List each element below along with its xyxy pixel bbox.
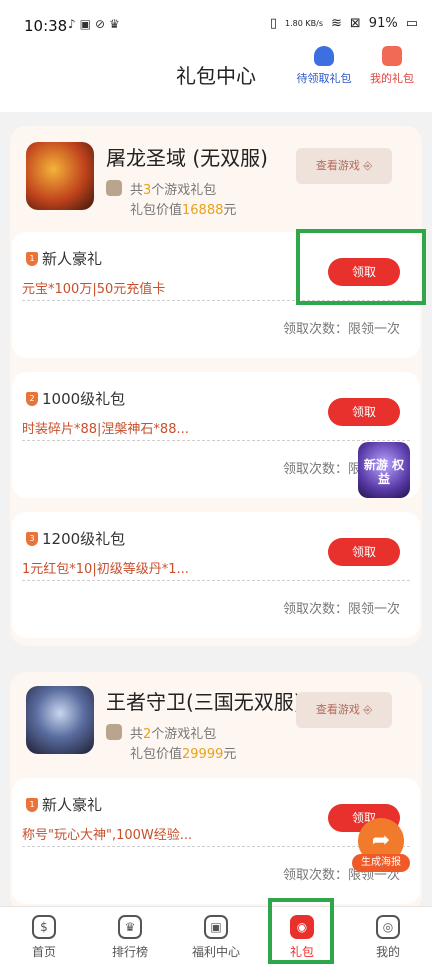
view-game-button[interactable]: 查看游戏 ⎆ [296,692,392,728]
new-game-benefits-badge[interactable]: 新游 权益 [358,442,410,498]
gift-value-text: 礼包价值29999元 [130,747,237,762]
game-name: 王者守卫(三国无双服) [106,690,302,714]
gift-desc: 元宝*100万|50元充值卡 [22,282,166,297]
tab-label: 我的 [375,945,400,959]
gift-desc: 时装碎片*88|涅槃神石*88... [22,422,189,437]
my-gifts-button[interactable]: 我的礼包 [362,46,422,86]
game-thumbnail[interactable] [26,142,94,210]
notification-icons: ♪▣⊘♛ [68,17,124,31]
claim-button[interactable]: 领取 [328,538,400,566]
bottom-tab-bar: $ 首页 ♛ 排行榜 ▣ 福利中心 ◉ 礼包 ◎ 我的 [0,906,432,964]
generate-poster-button[interactable]: ➦ 生成海报 [352,818,410,874]
status-time: 10:38 [24,17,68,35]
view-game-button[interactable]: 查看游戏 ⎆ [296,148,392,184]
claim-count: 领取次数：限领一次 [282,322,400,337]
pending-gifts-label: 待领取礼包 [296,72,352,85]
gift-title: 新人豪礼 [42,796,103,814]
gift-box-icon [106,180,122,196]
game-header: 王者守卫(三国无双服) 共2个游戏礼包 礼包价值29999元 查看游戏 ⎆ [12,680,408,762]
money-bag-icon [314,46,334,66]
gift-title: 新人豪礼 [42,250,103,268]
divider [22,580,410,581]
gift-title: 1000级礼包 [42,390,126,408]
gift-count-text: 共3个游戏礼包 [130,183,217,198]
gift-count-text: 共2个游戏礼包 [130,727,217,742]
rank-badge-icon: 1 [26,252,38,266]
highlight-box [268,898,334,964]
game-name: 屠龙圣域 (无双服) [106,146,268,170]
sim-icon: ⊠ [349,16,361,31]
gift-box-tab-icon: ▣ [204,915,228,939]
poster-label: 生成海报 [352,854,410,872]
gift-title: 1200级礼包 [42,530,126,548]
profile-icon: ◎ [376,915,400,939]
dollar-circle-icon: $ [32,915,56,939]
claim-button[interactable]: 领取 [328,398,400,426]
tab-label: 首页 [31,945,56,959]
tab-welfare[interactable]: ▣ 福利中心 [180,915,252,960]
battery-text: 91% [368,16,398,31]
tab-label: 福利中心 [191,945,240,959]
tab-home[interactable]: $ 首页 [8,915,80,960]
tab-label: 排行榜 [111,945,148,959]
game-header: 屠龙圣域 (无双服) 共3个游戏礼包 礼包价值16888元 查看游戏 ⎆ [12,136,408,218]
tab-mine[interactable]: ◎ 我的 [352,915,424,960]
battery-icon: ▭ [405,16,418,31]
rank-badge-icon: 3 [26,532,38,546]
gift-desc: 称号"玩心大神",100W经验... [22,828,193,843]
tab-ranking[interactable]: ♛ 排行榜 [94,915,166,960]
rank-badge-icon: 2 [26,392,38,406]
rank-badge-icon: 1 [26,798,38,812]
highlight-box [296,229,426,305]
game-thumbnail[interactable] [26,686,94,754]
gift-card: 3 1200级礼包 1元红包*10|初级等级丹*1... 领取次数：限领一次 领… [12,512,420,638]
page-header: 礼包中心 待领取礼包 我的礼包 [0,46,432,112]
status-bar: 10:38 ♪▣⊘♛ ▯ 1.80 KB/s ≋ ⊠ 91% ▭ [0,0,432,50]
wifi-icon: ≋ [330,16,342,31]
network-speed: 1.80 KB/s [285,18,323,28]
gift-icon [382,46,402,66]
gift-desc: 1元红包*10|初级等级丹*1... [22,562,189,577]
gift-value-text: 礼包价值16888元 [130,203,237,218]
status-right: ▯ 1.80 KB/s ≋ ⊠ 91% ▭ [270,16,418,31]
pending-gifts-button[interactable]: 待领取礼包 [294,46,354,86]
gift-box-icon [106,724,122,740]
claim-count: 领取次数：限领一次 [282,602,400,617]
crown-icon: ♛ [118,915,142,939]
divider [22,440,410,441]
vibrate-icon: ▯ [269,16,278,31]
my-gifts-label: 我的礼包 [370,72,414,85]
